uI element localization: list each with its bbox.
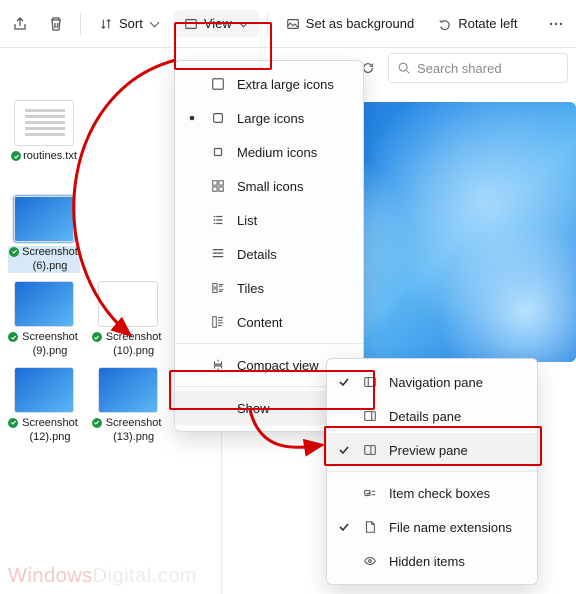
submenu-item-label: Navigation pane (389, 375, 523, 390)
check-mark (337, 521, 351, 533)
separator (267, 13, 268, 35)
file-item[interactable]: Screenshot (12).png (8, 367, 80, 445)
sync-status-icon (92, 418, 102, 428)
checkboxes-icon (361, 486, 379, 500)
file-name: Screenshot (13).png (104, 417, 164, 445)
file-extensions-icon (361, 520, 379, 534)
file-item[interactable]: Screenshot (9).png (8, 281, 80, 359)
set-background-label: Set as background (306, 16, 414, 31)
file-thumb (14, 281, 74, 327)
content-icon (209, 315, 227, 329)
file-name: Screenshot (9).png (20, 331, 80, 359)
large-icons-icon (209, 111, 227, 125)
menu-item-list[interactable]: List (175, 203, 363, 237)
submenu-item-preview-pane[interactable]: Preview pane (327, 433, 537, 467)
file-thumb (14, 367, 74, 413)
menu-divider (175, 343, 363, 344)
medium-icons-icon (209, 145, 227, 159)
submenu-item-navigation-pane[interactable]: Navigation pane (327, 365, 537, 399)
file-name: Screenshot (6).png (21, 246, 79, 274)
menu-item-medium-icons[interactable]: Medium icons (175, 135, 363, 169)
file-item[interactable]: Screenshot (13).png (92, 367, 164, 445)
file-name: Screenshot (12).png (20, 417, 80, 445)
rotate-left-label: Rotate left (458, 16, 517, 31)
menu-item-tiles[interactable]: Tiles (175, 271, 363, 305)
file-thumb (98, 367, 158, 413)
file-thumb (98, 281, 158, 327)
radio-mark (185, 114, 199, 122)
delete-button[interactable] (40, 10, 72, 38)
view-label: View (204, 16, 232, 31)
list-icon (209, 213, 227, 227)
more-button[interactable] (540, 10, 572, 38)
menu-item-label: Small icons (237, 179, 349, 194)
file-item[interactable]: Screenshot (10).png (92, 281, 164, 359)
chevron-down-icon (149, 16, 160, 31)
hidden-items-icon (361, 554, 379, 568)
file-thumb (14, 100, 74, 146)
file-item[interactable]: routines.txt (8, 100, 80, 164)
sync-status-icon (9, 247, 19, 257)
sort-button[interactable]: Sort (89, 10, 170, 37)
set-background-button[interactable]: Set as background (276, 10, 424, 37)
sync-status-icon (8, 418, 18, 428)
sync-status-icon (92, 332, 102, 342)
menu-item-label: Extra large icons (237, 77, 349, 92)
preview-pane-icon (361, 443, 379, 457)
menu-item-label: Show (237, 401, 329, 416)
menu-item-label: Large icons (237, 111, 349, 126)
check-mark (337, 376, 351, 388)
file-name: routines.txt (23, 150, 77, 164)
search-input[interactable] (417, 61, 547, 76)
submenu-item-label: Item check boxes (389, 486, 523, 501)
rotate-left-button[interactable]: Rotate left (428, 10, 527, 37)
details-pane-icon (361, 409, 379, 423)
show-submenu: Navigation pane Details pane Preview pan… (326, 358, 538, 585)
menu-item-details[interactable]: Details (175, 237, 363, 271)
menu-item-content[interactable]: Content (175, 305, 363, 339)
menu-item-label: Tiles (237, 281, 349, 296)
sort-label: Sort (119, 16, 143, 31)
share-button[interactable] (4, 10, 36, 38)
file-item[interactable]: Screenshot (6).png (8, 196, 80, 274)
compact-view-icon (209, 358, 227, 372)
check-mark (337, 444, 351, 456)
navigation-pane-icon (361, 375, 379, 389)
tiles-icon (209, 281, 227, 295)
small-icons-icon (209, 179, 227, 193)
menu-divider (327, 471, 537, 472)
menu-item-label: Content (237, 315, 349, 330)
submenu-item-label: Preview pane (389, 443, 523, 458)
submenu-item-checkboxes[interactable]: Item check boxes (327, 476, 537, 510)
file-name: Screenshot (10).png (104, 331, 164, 359)
search-box[interactable] (388, 53, 568, 83)
search-icon (397, 61, 411, 75)
menu-item-large-icons[interactable]: Large icons (175, 101, 363, 135)
chevron-down-icon (238, 16, 249, 31)
extra-large-icons-icon (209, 77, 227, 91)
menu-item-extra-large-icons[interactable]: Extra large icons (175, 67, 363, 101)
watermark: WindowsDigital.com (8, 565, 197, 588)
menu-item-label: List (237, 213, 349, 228)
submenu-item-hidden-items[interactable]: Hidden items (327, 544, 537, 578)
separator (80, 13, 81, 35)
submenu-item-label: Hidden items (389, 554, 523, 569)
file-thumb (14, 196, 74, 242)
menu-item-small-icons[interactable]: Small icons (175, 169, 363, 203)
sync-status-icon (11, 151, 21, 161)
details-icon (209, 247, 227, 261)
view-button[interactable]: View (174, 10, 259, 37)
submenu-item-label: File name extensions (389, 520, 523, 535)
sync-status-icon (8, 332, 18, 342)
menu-item-label: Medium icons (237, 145, 349, 160)
toolbar: Sort View Set as background Rotate left (0, 0, 576, 48)
submenu-item-details-pane[interactable]: Details pane (327, 399, 537, 433)
submenu-item-file-extensions[interactable]: File name extensions (327, 510, 537, 544)
submenu-item-label: Details pane (389, 409, 523, 424)
menu-item-label: Details (237, 247, 349, 262)
